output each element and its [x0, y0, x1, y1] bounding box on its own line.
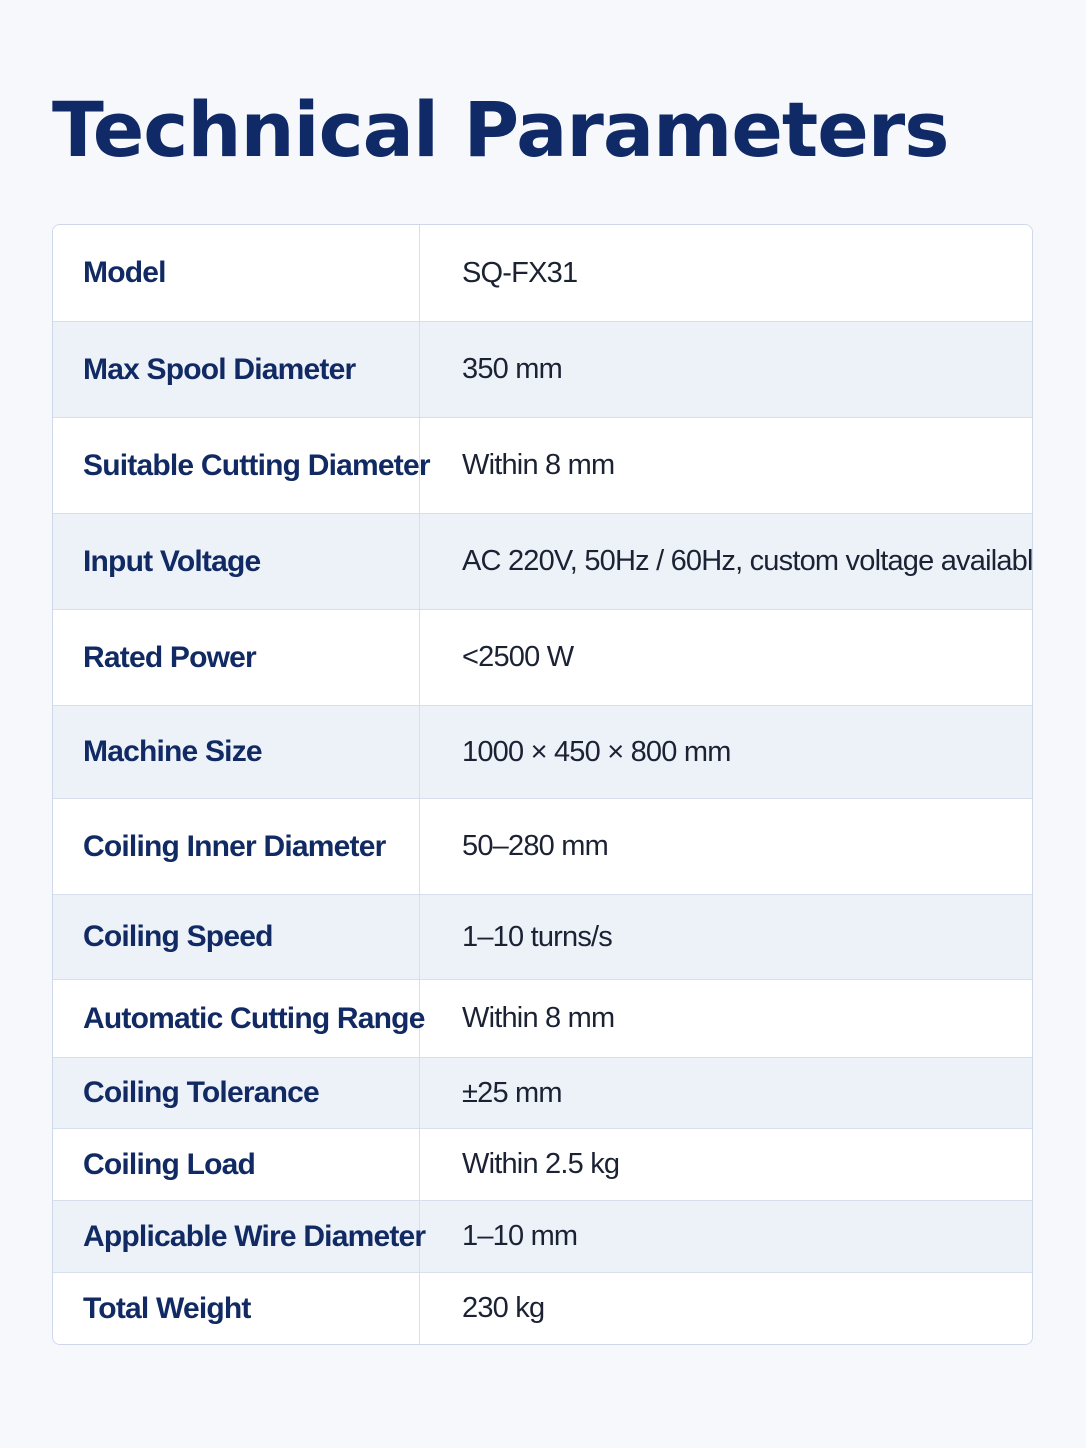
parameter-label: Coiling Inner Diameter: [53, 799, 420, 894]
parameters-table: Model SQ-FX31 Max Spool Diameter 350 mm …: [52, 224, 1033, 1345]
parameter-value: <2500 W: [462, 641, 574, 673]
parameter-label: Coiling Load: [53, 1129, 420, 1200]
parameter-label: Suitable Cutting Diameter: [53, 418, 431, 513]
parameter-value: 350 mm: [462, 353, 563, 385]
parameter-label: Machine Size: [53, 706, 420, 798]
parameter-value: Within 8 mm: [462, 1002, 615, 1034]
table-row: Model SQ-FX31: [53, 225, 1032, 321]
parameter-label: Coiling Speed: [53, 895, 420, 979]
parameter-label: Coiling Tolerance: [53, 1058, 420, 1128]
table-row: Coiling Speed 1–10 turns/s: [53, 894, 1032, 979]
parameter-value: 50–280 mm: [462, 830, 609, 862]
table-row: Applicable Wire Diameter 1–10 mm: [53, 1200, 1032, 1272]
table-row: Total Weight 230 kg: [53, 1272, 1032, 1344]
parameter-value: 230 kg: [462, 1292, 545, 1324]
parameter-value: Within 2.5 kg: [462, 1148, 620, 1180]
parameter-label: Rated Power: [53, 610, 420, 705]
parameter-label: Applicable Wire Diameter: [53, 1201, 426, 1272]
table-row: Coiling Tolerance ±25 mm: [53, 1057, 1032, 1128]
table-row: Coiling Load Within 2.5 kg: [53, 1128, 1032, 1200]
table-row: Input Voltage AC 220V, 50Hz / 60Hz, cust…: [53, 513, 1032, 609]
parameter-value: 1–10 turns/s: [462, 920, 613, 953]
parameter-value: SQ-FX31: [462, 256, 578, 289]
parameter-label: Input Voltage: [53, 514, 420, 609]
parameter-value: 1000 × 450 × 800 mm: [462, 735, 731, 768]
table-row: Machine Size 1000 × 450 × 800 mm: [53, 705, 1032, 798]
parameter-label: Automatic Cutting Range: [53, 980, 425, 1057]
parameter-label: Max Spool Diameter: [53, 322, 420, 417]
parameter-label: Model: [53, 225, 420, 321]
parameter-label: Total Weight: [53, 1273, 420, 1344]
parameter-value: AC 220V, 50Hz / 60Hz, custom voltage ava…: [462, 545, 1033, 577]
table-row: Automatic Cutting Range Within 8 mm: [53, 979, 1032, 1057]
parameter-value: Within 8 mm: [462, 449, 615, 481]
table-row: Max Spool Diameter 350 mm: [53, 321, 1032, 417]
table-row: Suitable Cutting Diameter Within 8 mm: [53, 417, 1032, 513]
page-title: Technical Parameters: [52, 85, 949, 174]
table-row: Rated Power <2500 W: [53, 609, 1032, 705]
parameter-value: 1–10 mm: [462, 1220, 578, 1252]
table-row: Coiling Inner Diameter 50–280 mm: [53, 798, 1032, 894]
parameter-value: ±25 mm: [462, 1076, 563, 1109]
